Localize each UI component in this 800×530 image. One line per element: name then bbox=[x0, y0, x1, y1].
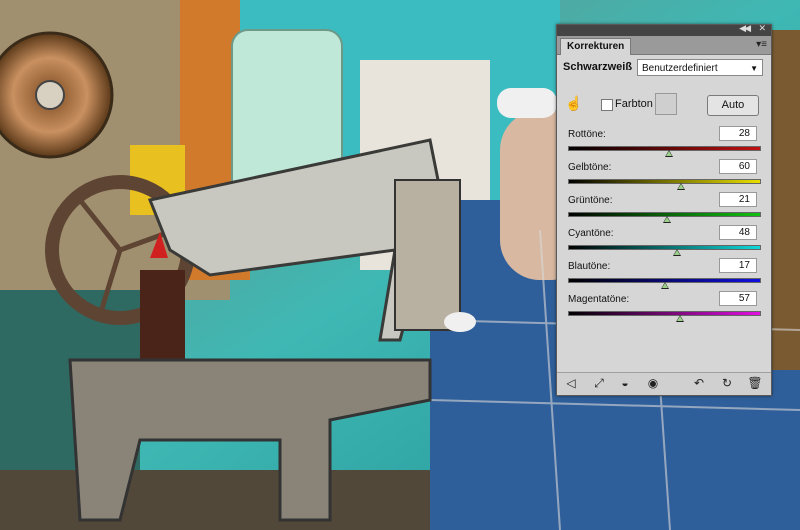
slider-value-field[interactable]: 57 bbox=[719, 291, 757, 306]
slider-thumb[interactable] bbox=[665, 150, 674, 157]
collapse-panel-icon[interactable]: ◀◀ bbox=[739, 23, 751, 34]
return-arrow-icon[interactable]: ◁ bbox=[563, 376, 579, 391]
slider-row: Blautöne: 17 bbox=[557, 258, 771, 291]
slider-thumb[interactable] bbox=[676, 315, 685, 322]
slider-row: Cyantöne: 48 bbox=[557, 225, 771, 258]
slider-label: Rottöne: bbox=[568, 129, 606, 140]
clip-to-layer-icon[interactable]: ◒ bbox=[617, 376, 633, 391]
slider-label: Cyantöne: bbox=[568, 228, 614, 239]
preset-dropdown[interactable]: Benutzerdefiniert ▼ bbox=[637, 59, 763, 76]
panel-menu-icon[interactable]: ▾≡ bbox=[756, 39, 767, 50]
panel-tab-bar: Korrekturen ▾≡ bbox=[557, 36, 771, 55]
slider-thumb[interactable] bbox=[662, 216, 671, 223]
tint-checkbox[interactable] bbox=[601, 99, 613, 111]
adjustments-panel: ◀◀ ✕ Korrekturen ▾≡ Schwarzweiß Benutzer… bbox=[556, 23, 772, 396]
slider-thumb[interactable] bbox=[677, 183, 686, 190]
reset-icon[interactable]: ↻ bbox=[719, 376, 735, 391]
slider-thumb[interactable] bbox=[673, 249, 682, 256]
slider-label: Magentatöne: bbox=[568, 294, 630, 305]
slider-label: Gelbtöne: bbox=[568, 162, 612, 173]
slider-value-field[interactable]: 60 bbox=[719, 159, 757, 174]
panel-footer-toolbar: ◁ ⤢ ◒ ◉ ↶ ↻ 🗑 bbox=[557, 372, 771, 395]
preset-row: Schwarzweiß Benutzerdefiniert ▼ bbox=[557, 57, 771, 79]
tint-label: Farbton bbox=[615, 98, 653, 110]
slider-track[interactable] bbox=[568, 245, 761, 250]
slider-value-field[interactable]: 17 bbox=[719, 258, 757, 273]
trash-icon[interactable]: 🗑 bbox=[747, 376, 763, 391]
tab-korrekturen[interactable]: Korrekturen bbox=[560, 38, 632, 55]
slider-row: Grüntöne: 21 bbox=[557, 192, 771, 225]
slider-value-field[interactable]: 48 bbox=[719, 225, 757, 240]
expand-view-icon[interactable]: ⤢ bbox=[591, 376, 607, 391]
visibility-eye-icon[interactable]: ◉ bbox=[645, 376, 661, 391]
slider-thumb[interactable] bbox=[661, 282, 670, 289]
slider-track[interactable] bbox=[568, 179, 761, 184]
slider-label: Blautöne: bbox=[568, 261, 611, 272]
slider-row: Gelbtöne: 60 bbox=[557, 159, 771, 192]
close-panel-icon[interactable]: ✕ bbox=[758, 23, 766, 34]
targeted-adjustment-hand-icon[interactable]: ☝ bbox=[565, 95, 582, 112]
slider-row: Rottöne: 28 bbox=[557, 126, 771, 159]
preset-dropdown-value: Benutzerdefiniert bbox=[642, 63, 718, 74]
tint-color-swatch[interactable] bbox=[655, 93, 677, 115]
chevron-down-icon: ▼ bbox=[750, 64, 758, 73]
auto-button[interactable]: Auto bbox=[707, 95, 759, 116]
previous-state-icon[interactable]: ↶ bbox=[691, 376, 707, 391]
slider-label: Grüntöne: bbox=[568, 195, 613, 206]
slider-row: Magentatöne: 57 bbox=[557, 291, 771, 324]
slider-value-field[interactable]: 28 bbox=[719, 126, 757, 141]
slider-value-field[interactable]: 21 bbox=[719, 192, 757, 207]
slider-track[interactable] bbox=[568, 311, 761, 316]
panel-title-strip[interactable]: ◀◀ ✕ bbox=[557, 23, 771, 36]
adjustment-title: Schwarzweiß bbox=[563, 61, 633, 73]
